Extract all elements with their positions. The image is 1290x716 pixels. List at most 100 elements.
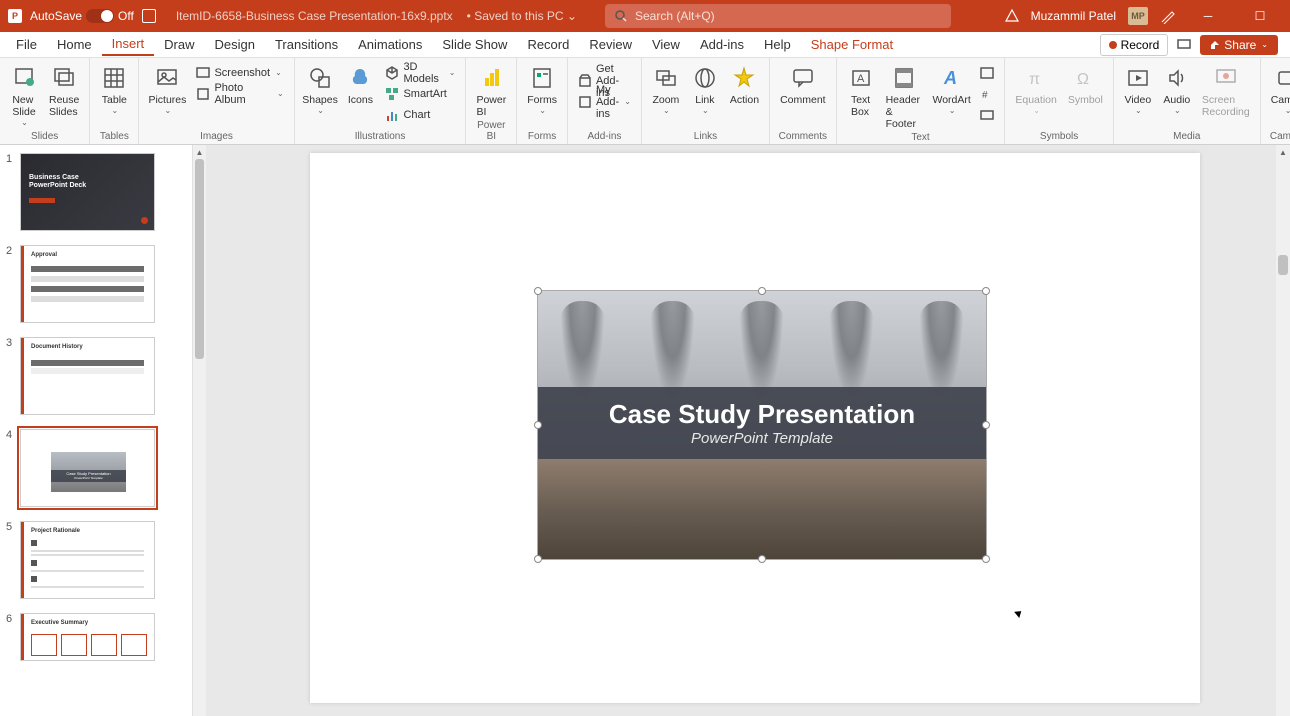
photo-album-button[interactable]: Photo Album⌄ bbox=[192, 83, 287, 104]
forms-button[interactable]: Forms⌄ bbox=[523, 60, 561, 115]
save-icon[interactable] bbox=[142, 9, 156, 23]
pen-icon[interactable] bbox=[1160, 8, 1176, 24]
search-placeholder: Search (Alt+Q) bbox=[635, 9, 715, 23]
shapes-icon bbox=[308, 66, 332, 90]
slide-thumb-4[interactable]: Case Study PresentationPowerPoint Templa… bbox=[20, 429, 155, 507]
slide-canvas-area[interactable]: Case Study Presentation PowerPoint Templ… bbox=[206, 145, 1290, 716]
menu-design[interactable]: Design bbox=[205, 34, 265, 55]
table-button[interactable]: Table⌄ bbox=[96, 60, 132, 115]
accent bbox=[21, 614, 24, 660]
group-addins: Get Add-ins My Add-ins⌄ Add-ins bbox=[568, 58, 642, 144]
audio-button[interactable]: Audio⌄ bbox=[1159, 60, 1195, 115]
share-button[interactable]: Share⌄ bbox=[1200, 35, 1278, 55]
menu-record[interactable]: Record bbox=[517, 34, 579, 55]
resize-handle[interactable] bbox=[534, 421, 542, 429]
search-input[interactable]: Search (Alt+Q) bbox=[605, 4, 951, 28]
slide-thumb-5[interactable]: Project Rationale bbox=[20, 521, 155, 599]
record-button[interactable]: Record bbox=[1100, 34, 1169, 56]
menu-home[interactable]: Home bbox=[47, 34, 102, 55]
header-footer-button[interactable]: Header & Footer bbox=[882, 60, 927, 130]
object-button[interactable] bbox=[976, 104, 998, 125]
menu-file[interactable]: File bbox=[6, 34, 47, 55]
slide-thumb-3[interactable]: Document History bbox=[20, 337, 155, 415]
thumb-title: Document History bbox=[31, 344, 83, 350]
minimize-button[interactable]: ─ bbox=[1188, 0, 1228, 32]
menu-help[interactable]: Help bbox=[754, 34, 801, 55]
slide-thumb-6[interactable]: Executive Summary bbox=[20, 613, 155, 661]
thumb-row[interactable]: 1 Business Case PowerPoint Deck bbox=[6, 153, 192, 231]
pictures-button[interactable]: Pictures⌄ bbox=[145, 60, 189, 115]
scroll-thumb[interactable] bbox=[1278, 255, 1288, 275]
new-slide-button[interactable]: New Slide⌄ bbox=[6, 60, 42, 127]
saved-status[interactable]: • Saved to this PC ⌄ bbox=[467, 9, 577, 23]
action-button[interactable]: Action bbox=[726, 60, 763, 106]
group-powerbi: Power BI Power BI bbox=[466, 58, 517, 144]
chart-button[interactable]: Chart bbox=[381, 104, 459, 125]
powerbi-button[interactable]: Power BI bbox=[472, 60, 510, 118]
tbl bbox=[31, 266, 144, 272]
shapes-button[interactable]: Shapes⌄ bbox=[301, 60, 340, 115]
thumb-row[interactable]: 2 Approval bbox=[6, 245, 192, 323]
present-icon[interactable] bbox=[1176, 37, 1192, 53]
cameo-button[interactable]: Cameo⌄ bbox=[1267, 60, 1290, 115]
user-name[interactable]: Muzammil Patel bbox=[1031, 9, 1116, 23]
wordart-button[interactable]: AWordArt⌄ bbox=[930, 60, 973, 115]
thumb-row[interactable]: 3 Document History bbox=[6, 337, 192, 415]
icons-button[interactable]: Icons bbox=[342, 60, 378, 106]
thumb-row[interactable]: 5 Project Rationale bbox=[6, 521, 192, 599]
resize-handle[interactable] bbox=[758, 287, 766, 295]
thumb-row[interactable]: 6 Executive Summary bbox=[6, 613, 192, 661]
menu-review[interactable]: Review bbox=[579, 34, 642, 55]
my-addins-button[interactable]: My Add-ins⌄ bbox=[574, 91, 635, 112]
menu-addins[interactable]: Add-ins bbox=[690, 34, 754, 55]
object-icon bbox=[980, 108, 994, 122]
autosave-state: Off bbox=[118, 9, 134, 23]
slide-thumb-1[interactable]: Business Case PowerPoint Deck bbox=[20, 153, 155, 231]
resize-handle[interactable] bbox=[534, 287, 542, 295]
menu-slideshow[interactable]: Slide Show bbox=[432, 34, 517, 55]
autosave-toggle[interactable]: AutoSave Off bbox=[30, 9, 134, 23]
3d-models-button[interactable]: 3D Models⌄ bbox=[381, 62, 459, 83]
user-avatar[interactable]: MP bbox=[1128, 7, 1148, 25]
slidenum-button[interactable]: # bbox=[976, 83, 998, 104]
scroll-thumb[interactable] bbox=[195, 159, 204, 359]
warning-icon bbox=[1005, 9, 1019, 23]
menu-shape-format[interactable]: Shape Format bbox=[801, 34, 903, 55]
icons-icon bbox=[348, 66, 372, 90]
menu-insert[interactable]: Insert bbox=[102, 33, 155, 56]
scroll-up-icon[interactable]: ▲ bbox=[1276, 145, 1290, 159]
toggle-off-icon[interactable] bbox=[86, 9, 114, 23]
group-tables: Table⌄ Tables bbox=[90, 58, 139, 144]
file-name[interactable]: ItemID-6658-Business Case Presentation-1… bbox=[176, 9, 453, 23]
screenshot-button[interactable]: Screenshot⌄ bbox=[192, 62, 287, 83]
thumbs-scrollbar[interactable]: ▲ bbox=[192, 145, 206, 716]
menu-view[interactable]: View bbox=[642, 34, 690, 55]
maximize-button[interactable]: ☐ bbox=[1240, 0, 1280, 32]
slide-thumb-2[interactable]: Approval bbox=[20, 245, 155, 323]
tbl bbox=[31, 286, 144, 292]
menu-draw[interactable]: Draw bbox=[154, 34, 204, 55]
link-button[interactable]: Link⌄ bbox=[687, 60, 723, 115]
menu-animations[interactable]: Animations bbox=[348, 34, 432, 55]
group-label: Symbols bbox=[1011, 129, 1106, 144]
textbox-button[interactable]: AText Box bbox=[843, 60, 879, 118]
video-button[interactable]: Video⌄ bbox=[1120, 60, 1156, 115]
thumb-row[interactable]: 4 Case Study PresentationPowerPoint Temp… bbox=[6, 429, 192, 507]
resize-handle[interactable] bbox=[758, 555, 766, 563]
ribbon: New Slide⌄ Reuse Slides Slides Table⌄ Ta… bbox=[0, 58, 1290, 145]
resize-handle[interactable] bbox=[982, 555, 990, 563]
menu-transitions[interactable]: Transitions bbox=[265, 34, 348, 55]
selected-image[interactable]: Case Study Presentation PowerPoint Templ… bbox=[538, 291, 986, 559]
resize-handle[interactable] bbox=[534, 555, 542, 563]
resize-handle[interactable] bbox=[982, 287, 990, 295]
scroll-up-icon[interactable]: ▲ bbox=[193, 145, 206, 159]
resize-handle[interactable] bbox=[982, 421, 990, 429]
date-button[interactable] bbox=[976, 62, 998, 83]
slide-canvas[interactable]: Case Study Presentation PowerPoint Templ… bbox=[310, 153, 1200, 703]
slide-thumbnails-panel[interactable]: 1 Business Case PowerPoint Deck 2 Approv… bbox=[0, 145, 192, 716]
reuse-slides-button[interactable]: Reuse Slides bbox=[45, 60, 83, 118]
comment-button[interactable]: Comment bbox=[776, 60, 830, 106]
smartart-button[interactable]: SmartArt bbox=[381, 83, 459, 104]
canvas-scrollbar[interactable]: ▲ bbox=[1276, 145, 1290, 716]
zoom-button[interactable]: Zoom⌄ bbox=[648, 60, 684, 115]
